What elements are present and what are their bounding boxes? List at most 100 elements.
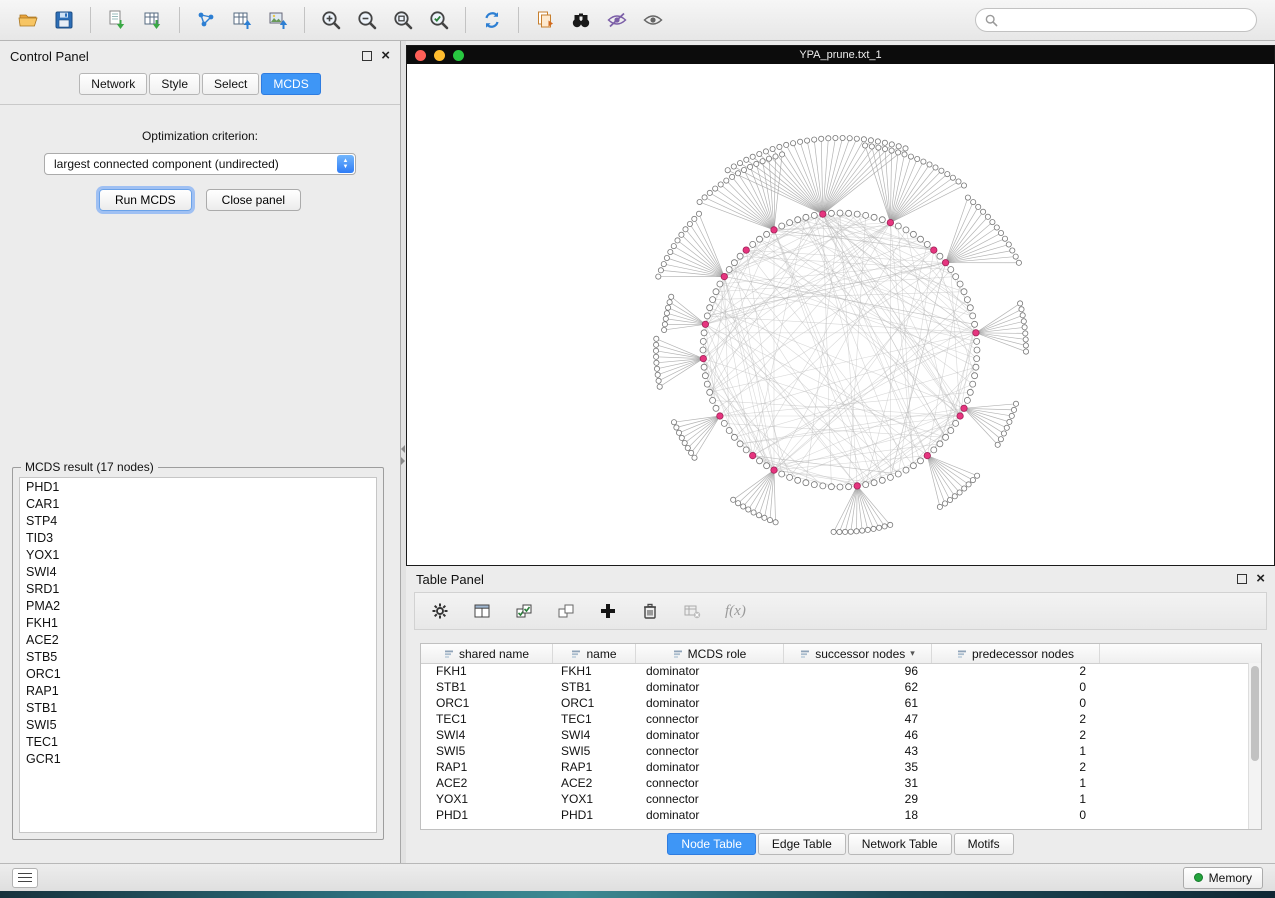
- delete-entry-button[interactable]: [641, 602, 659, 620]
- import-table-button[interactable]: [135, 4, 171, 36]
- mcds-result-node[interactable]: STB1: [20, 699, 376, 716]
- mcds-result-list[interactable]: PHD1CAR1STP4TID3YOX1SWI4SRD1PMA2FKH1ACE2…: [19, 477, 377, 833]
- close-panel-icon[interactable]: ×: [381, 51, 390, 61]
- float-table-panel-icon[interactable]: [1237, 574, 1247, 584]
- hide-graphics-details-button[interactable]: [599, 4, 635, 36]
- memory-button[interactable]: Memory: [1183, 867, 1263, 889]
- table-row[interactable]: TEC1TEC1connector472: [421, 711, 1249, 727]
- table-row[interactable]: ACE2ACE2connector311: [421, 775, 1249, 791]
- close-window-icon[interactable]: [415, 50, 426, 61]
- mcds-result-node[interactable]: PMA2: [20, 597, 376, 614]
- tab-style[interactable]: Style: [149, 73, 200, 95]
- mcds-result-node[interactable]: RAP1: [20, 682, 376, 699]
- mcds-result-node[interactable]: STP4: [20, 512, 376, 529]
- table-row[interactable]: YOX1YOX1connector291: [421, 791, 1249, 807]
- mcds-result-node[interactable]: SWI5: [20, 716, 376, 733]
- mcds-result-node[interactable]: PHD1: [20, 478, 376, 495]
- mcds-result-node[interactable]: STB5: [20, 648, 376, 665]
- cell-shared_name: FKH1: [421, 664, 553, 678]
- table-scrollbar[interactable]: [1248, 663, 1261, 829]
- mcds-result-node[interactable]: TID3: [20, 529, 376, 546]
- export-table-button[interactable]: [224, 4, 260, 36]
- table-row[interactable]: FKH1FKH1dominator962: [421, 663, 1249, 679]
- table-toolbar: f(x): [414, 592, 1267, 630]
- cell-mcds_role: dominator: [636, 664, 784, 678]
- gear-button[interactable]: [431, 602, 449, 620]
- cell-predecessor_nodes: 1: [932, 792, 1100, 806]
- split-panel-button[interactable]: [473, 602, 491, 620]
- column-header-successor-nodes[interactable]: successor nodes▾: [784, 644, 932, 663]
- zoom-selected-button[interactable]: [421, 4, 457, 36]
- export-network-button[interactable]: [188, 4, 224, 36]
- run-mcds-button[interactable]: Run MCDS: [99, 189, 192, 211]
- mcds-result-node[interactable]: SWI4: [20, 563, 376, 580]
- tab-motifs[interactable]: Motifs: [954, 833, 1014, 855]
- search-network-button[interactable]: [563, 4, 599, 36]
- close-panel-button[interactable]: Close panel: [206, 189, 301, 211]
- mcds-result-node[interactable]: TEC1: [20, 733, 376, 750]
- export-image-button[interactable]: [260, 4, 296, 36]
- table-row[interactable]: SWI5SWI5connector431: [421, 743, 1249, 759]
- table-row[interactable]: RAP1RAP1dominator352: [421, 759, 1249, 775]
- network-canvas[interactable]: [407, 64, 1274, 565]
- zoom-in-button[interactable]: [313, 4, 349, 36]
- tab-mcds[interactable]: MCDS: [261, 73, 320, 95]
- save-button[interactable]: [46, 4, 82, 36]
- tab-network[interactable]: Network: [79, 73, 147, 95]
- mcds-result-node[interactable]: FKH1: [20, 614, 376, 631]
- toolbar-separator: [179, 7, 180, 33]
- close-table-panel-icon[interactable]: ×: [1256, 574, 1265, 584]
- deselect-all-button[interactable]: [557, 602, 575, 620]
- mcds-result-node[interactable]: CAR1: [20, 495, 376, 512]
- function-builder-button[interactable]: f(x): [725, 603, 746, 620]
- network-window-titlebar[interactable]: YPA_prune.txt_1: [407, 46, 1274, 64]
- search-box[interactable]: [975, 8, 1257, 32]
- import-network-button[interactable]: [99, 4, 135, 36]
- menu-icon[interactable]: [12, 868, 38, 888]
- scrollbar-thumb[interactable]: [1251, 666, 1259, 761]
- tab-edge-table[interactable]: Edge Table: [758, 833, 846, 855]
- select-all-button[interactable]: [515, 602, 533, 620]
- collapse-right-icon[interactable]: [401, 457, 405, 465]
- open-folder-button[interactable]: [10, 4, 46, 36]
- zoom-out-button[interactable]: [349, 4, 385, 36]
- show-graphics-details-button[interactable]: [635, 4, 671, 36]
- collapse-left-icon[interactable]: [401, 445, 405, 453]
- tab-node-table[interactable]: Node Table: [667, 833, 756, 855]
- add-entry-button[interactable]: [599, 602, 617, 620]
- refresh-button[interactable]: [474, 4, 510, 36]
- criterion-dropdown[interactable]: largest connected component (undirected)…: [44, 153, 356, 175]
- tab-network-table[interactable]: Network Table: [848, 833, 952, 855]
- cell-name: ORC1: [553, 696, 636, 710]
- zoom-fit-button[interactable]: [385, 4, 421, 36]
- minimize-window-icon[interactable]: [434, 50, 445, 61]
- search-input[interactable]: [1004, 12, 1247, 28]
- import-table-icon: [142, 9, 164, 31]
- criterion-dropdown-value: largest connected component (undirected): [54, 157, 279, 171]
- table-row[interactable]: ORC1ORC1dominator610: [421, 695, 1249, 711]
- table-row[interactable]: SWI4SWI4dominator462: [421, 727, 1249, 743]
- delete-column-disabled-button[interactable]: [683, 602, 701, 620]
- copy-document-button[interactable]: [527, 4, 563, 36]
- column-header-predecessor-nodes[interactable]: predecessor nodes: [932, 644, 1100, 663]
- column-header-MCDS-role[interactable]: MCDS role: [636, 644, 784, 663]
- column-header-name[interactable]: name: [553, 644, 636, 663]
- mcds-result-node[interactable]: GCR1: [20, 750, 376, 767]
- cell-mcds_role: dominator: [636, 808, 784, 822]
- sort-icon: [673, 649, 683, 659]
- mcds-result-node[interactable]: ORC1: [20, 665, 376, 682]
- mcds-result-node[interactable]: SRD1: [20, 580, 376, 597]
- tab-select[interactable]: Select: [202, 73, 259, 95]
- table-row[interactable]: STB1STB1dominator620: [421, 679, 1249, 695]
- table-row[interactable]: PHD1PHD1dominator180: [421, 807, 1249, 823]
- cell-successor_nodes: 35: [784, 760, 932, 774]
- column-header-shared-name[interactable]: shared name: [421, 644, 553, 663]
- mcds-result-node[interactable]: ACE2: [20, 631, 376, 648]
- control-panel-tabs: NetworkStyleSelectMCDS: [0, 71, 400, 105]
- mcds-result-node[interactable]: YOX1: [20, 546, 376, 563]
- table-panel-header: Table Panel ×: [406, 566, 1275, 592]
- column-label: predecessor nodes: [972, 647, 1074, 661]
- zoom-window-icon[interactable]: [453, 50, 464, 61]
- export-network-icon: [195, 9, 217, 31]
- float-window-icon[interactable]: [362, 51, 372, 61]
